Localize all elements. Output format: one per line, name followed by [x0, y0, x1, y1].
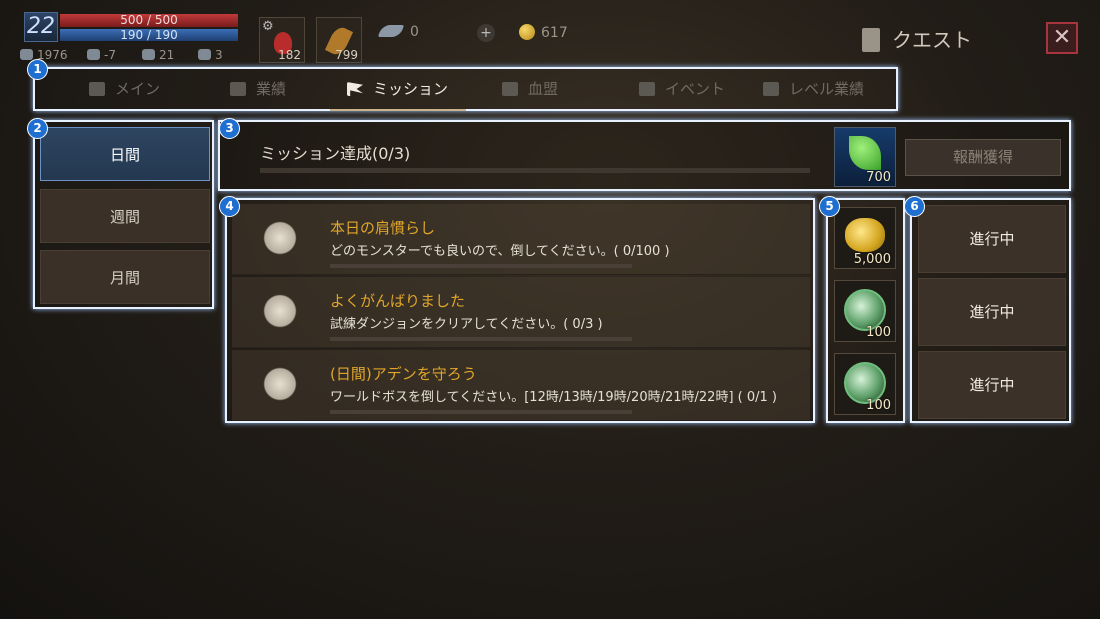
crest-icon	[260, 219, 300, 257]
boot-icon	[142, 49, 155, 60]
callout-badge: 3	[219, 118, 240, 139]
status-button[interactable]: 進行中	[918, 278, 1066, 346]
gift-icon	[639, 82, 655, 96]
callout-badge: 2	[27, 118, 48, 139]
stat-speed: 21	[142, 48, 174, 62]
mission-list: 本日の肩慣らし どのモンスターでも良いので、倒してください。( 0/100 ) …	[225, 198, 815, 423]
scroll-icon	[862, 28, 880, 52]
period-monthly[interactable]: 月間	[40, 250, 210, 304]
gold-coins-icon	[845, 218, 885, 252]
power-icon	[20, 49, 33, 60]
tab-mission[interactable]: ミッション	[347, 69, 448, 109]
add-currency-button[interactable]: +	[477, 24, 495, 42]
mission-row[interactable]: よくがんばりました 試練ダンジョンをクリアしてください。( 0/3 )	[232, 277, 810, 348]
helmet-icon	[87, 49, 100, 60]
laurel-icon	[763, 82, 779, 96]
callout-badge: 1	[27, 59, 48, 80]
quick-slot-feather[interactable]: 799	[316, 17, 362, 63]
active-tab-underline	[330, 109, 466, 111]
close-button[interactable]: ✕	[1046, 22, 1078, 54]
tab-achievement[interactable]: 業績	[230, 69, 286, 109]
callout-badge: 6	[904, 196, 925, 217]
wing-icon	[377, 25, 405, 37]
callout-badge: 5	[819, 196, 840, 217]
reward-item[interactable]: 100	[834, 353, 896, 415]
period-selector: 日間 週間 月間	[33, 120, 214, 309]
mission-status: 進行中 進行中 進行中	[910, 198, 1071, 423]
quest-title: クエスト	[862, 24, 972, 53]
mission-progress-bar	[330, 337, 632, 341]
mission-summary: ミッション達成(0/3) 700 報酬獲得	[218, 120, 1071, 191]
crest-icon	[260, 292, 300, 330]
player-level: 22	[24, 12, 58, 42]
mp-bar: 190 / 190	[60, 29, 238, 41]
status-button[interactable]: 進行中	[918, 205, 1066, 273]
reward-item[interactable]: 100	[834, 280, 896, 342]
gold-currency: 617	[519, 24, 568, 41]
tab-level-achievement[interactable]: レベル業績	[763, 69, 864, 109]
leaf-icon	[849, 136, 881, 170]
period-daily[interactable]: 日間	[40, 127, 210, 181]
medal-icon	[230, 82, 246, 96]
wing-currency: 0	[377, 24, 419, 40]
claim-reward-button[interactable]: 報酬獲得	[905, 139, 1061, 176]
weight-icon	[198, 49, 211, 60]
winged-crest-icon	[260, 365, 300, 403]
list-icon	[89, 82, 105, 96]
mission-row[interactable]: 本日の肩慣らし どのモンスターでも良いので、倒してください。( 0/100 )	[232, 204, 810, 275]
reward-item[interactable]: 5,000	[834, 207, 896, 269]
summary-reward-item[interactable]: 700	[834, 127, 896, 187]
stat-defense: -7	[87, 48, 116, 62]
category-tabs: メイン 業績 ミッション 血盟 イベント レベル業績	[33, 67, 898, 111]
stat-weight: 3	[198, 48, 223, 62]
tab-clan[interactable]: 血盟	[502, 69, 558, 109]
mission-progress-bar	[330, 410, 632, 414]
callout-badge: 4	[219, 196, 240, 217]
mission-rewards: 5,000 100 100	[826, 198, 905, 423]
tab-main[interactable]: メイン	[89, 69, 160, 109]
period-weekly[interactable]: 週間	[40, 189, 210, 243]
mission-progress-bar	[330, 264, 632, 268]
shield-icon	[502, 82, 518, 96]
summary-progress-bar	[260, 168, 810, 173]
flag-icon	[347, 82, 363, 96]
gear-icon[interactable]: ⚙	[262, 19, 274, 34]
stat-power: 1976	[20, 48, 68, 62]
status-button[interactable]: 進行中	[918, 351, 1066, 419]
gold-coin-icon	[519, 24, 535, 40]
mission-row[interactable]: (日間)アデンを守ろう ワールドボスを倒してください。[12時/13時/19時/…	[232, 350, 810, 421]
quick-slot-potion[interactable]: ⚙ 182	[259, 17, 305, 63]
hp-bar: 500 / 500	[60, 14, 238, 27]
summary-label: ミッション達成(0/3)	[260, 144, 411, 163]
tab-event[interactable]: イベント	[639, 69, 725, 109]
